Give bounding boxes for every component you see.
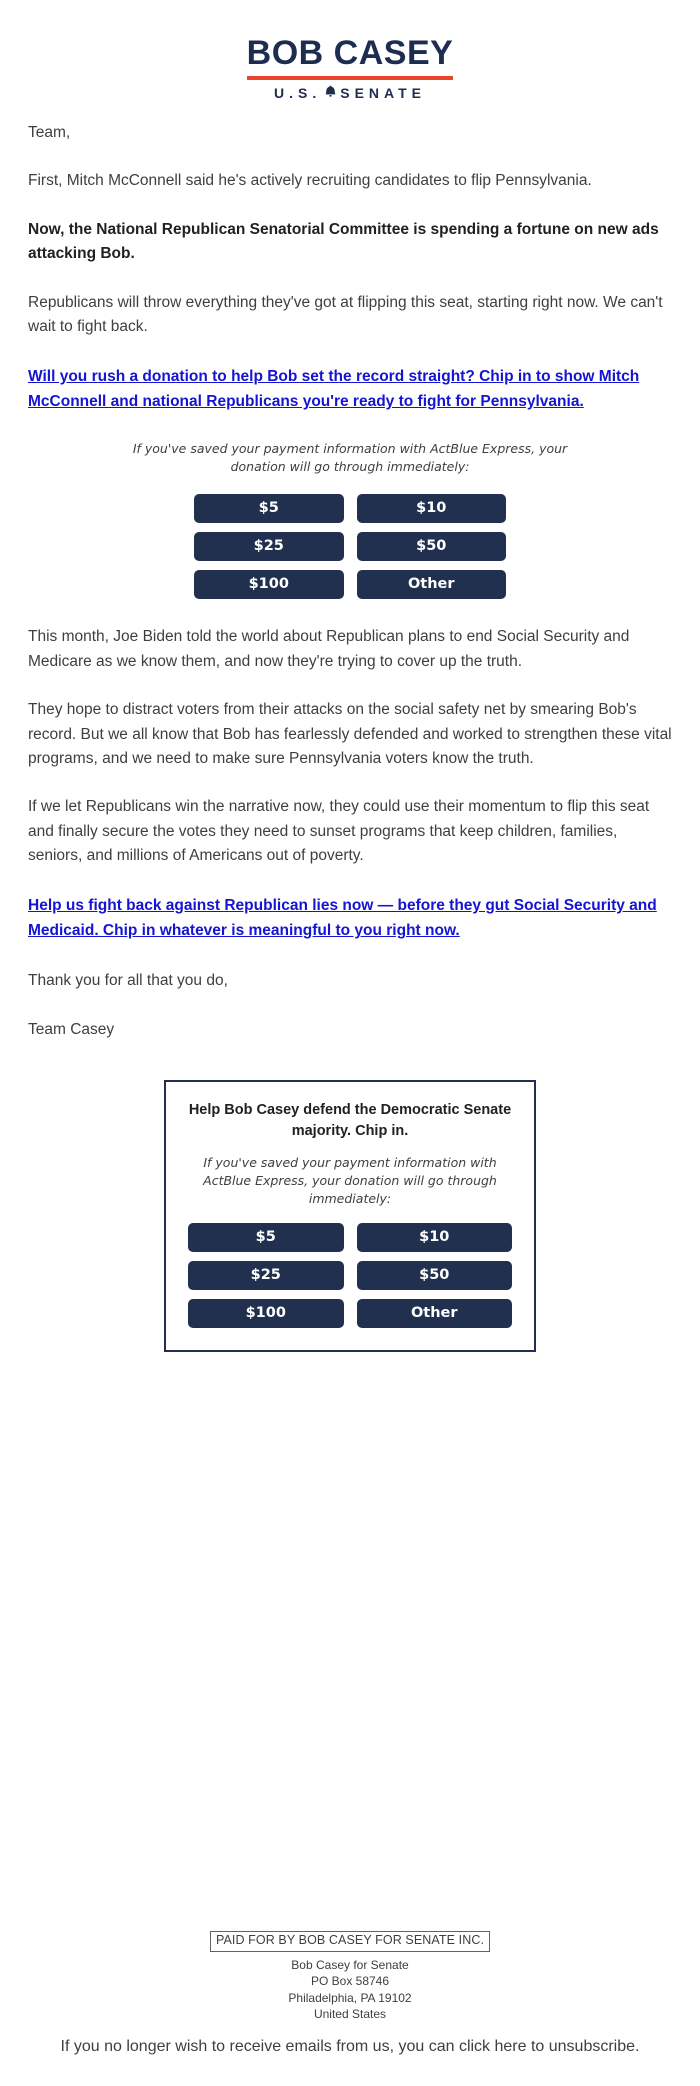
ask-box-donate-amount-button[interactable]: $5 [188,1222,344,1252]
paid-for-disclaimer: PAID FOR BY BOB CASEY FOR SENATE INC. [209,1931,491,1952]
logo-red-rule [246,75,454,80]
logo-subtitle-senate: SENATE [340,84,426,101]
footer-po-box: PO Box 58746 [310,1974,390,1989]
footer-address: Bob Casey for Senate PO Box 58746 Philad… [0,1957,700,2023]
paragraph-3: Republicans will throw everything they'v… [28,293,663,336]
campaign-logo: BOB CASEY U.S. SENATE [246,34,454,101]
donate-amount-button[interactable]: $10 [356,494,506,524]
donate-amount-button[interactable]: $100 [194,570,344,600]
unsubscribe-link[interactable]: If you no longer wish to receive emails … [61,2038,640,2055]
signature-line: Team Casey [28,1020,115,1038]
donate-amount-button[interactable]: $50 [356,532,506,562]
ask-box-donate-amount-other-button[interactable]: Other [356,1298,512,1328]
email-header: BOB CASEY U.S. SENATE [0,0,700,121]
ask-box-donate-amount-button[interactable]: $10 [356,1222,512,1252]
ask-box-donation-amount-grid: $5 $10 $25 $50 $100 Other [188,1222,512,1328]
donate-amount-button[interactable]: $5 [194,494,344,524]
unsubscribe-text: If you no longer wish to receive emails … [0,2035,700,2058]
paragraph-4: This month, Joe Biden told the world abo… [28,628,630,670]
ask-box-donate-amount-button[interactable]: $50 [356,1260,512,1290]
donate-amount-other-button[interactable]: Other [356,570,506,600]
closing-line: Thank you for all that you do, [28,972,228,990]
ask-box-actblue-express-note: If you've saved your payment information… [203,1155,497,1207]
liberty-bell-icon [325,85,336,99]
logo-candidate-name: BOB CASEY [246,34,454,72]
ask-box-title: Help Bob Casey defend the Democratic Sen… [188,1102,512,1140]
logo-subtitle-us: U.S. [274,84,322,101]
footer-org-name: Bob Casey for Senate [291,1957,409,1972]
ask-box-donate-amount-button[interactable]: $25 [188,1260,344,1290]
donate-amount-button[interactable]: $25 [194,532,344,562]
email-footer: PAID FOR BY BOB CASEY FOR SENATE INC. Bo… [0,1931,700,2058]
donate-link-secondary[interactable]: Help us fight back against Republican li… [28,893,672,943]
salutation: Team, [28,123,71,141]
email-page: BOB CASEY U.S. SENATE Team, First, Mitch… [0,0,700,2086]
ask-box-donate-amount-button[interactable]: $100 [188,1298,344,1328]
donation-amount-grid: $5 $10 $25 $50 $100 Other [194,494,506,600]
donation-ask-box: Help Bob Casey defend the Democratic Sen… [164,1080,536,1352]
footer-city-state-zip: Philadelphia, PA 19102 [288,1990,412,2005]
footer-country: United States [313,2007,387,2022]
email-body: Team, First, Mitch McConnell said he's a… [0,121,700,1352]
donate-link-primary[interactable]: Will you rush a donation to help Bob set… [28,364,672,414]
paragraph-6: If we let Republicans win the narrative … [28,798,650,865]
actblue-express-note: If you've saved your payment information… [132,440,568,474]
paragraph-1: First, Mitch McConnell said he's activel… [28,172,592,190]
paragraph-2-bold: Now, the National Republican Senatorial … [28,220,659,263]
paragraph-5: They hope to distract voters from their … [28,701,672,767]
logo-subtitle: U.S. SENATE [247,85,454,101]
